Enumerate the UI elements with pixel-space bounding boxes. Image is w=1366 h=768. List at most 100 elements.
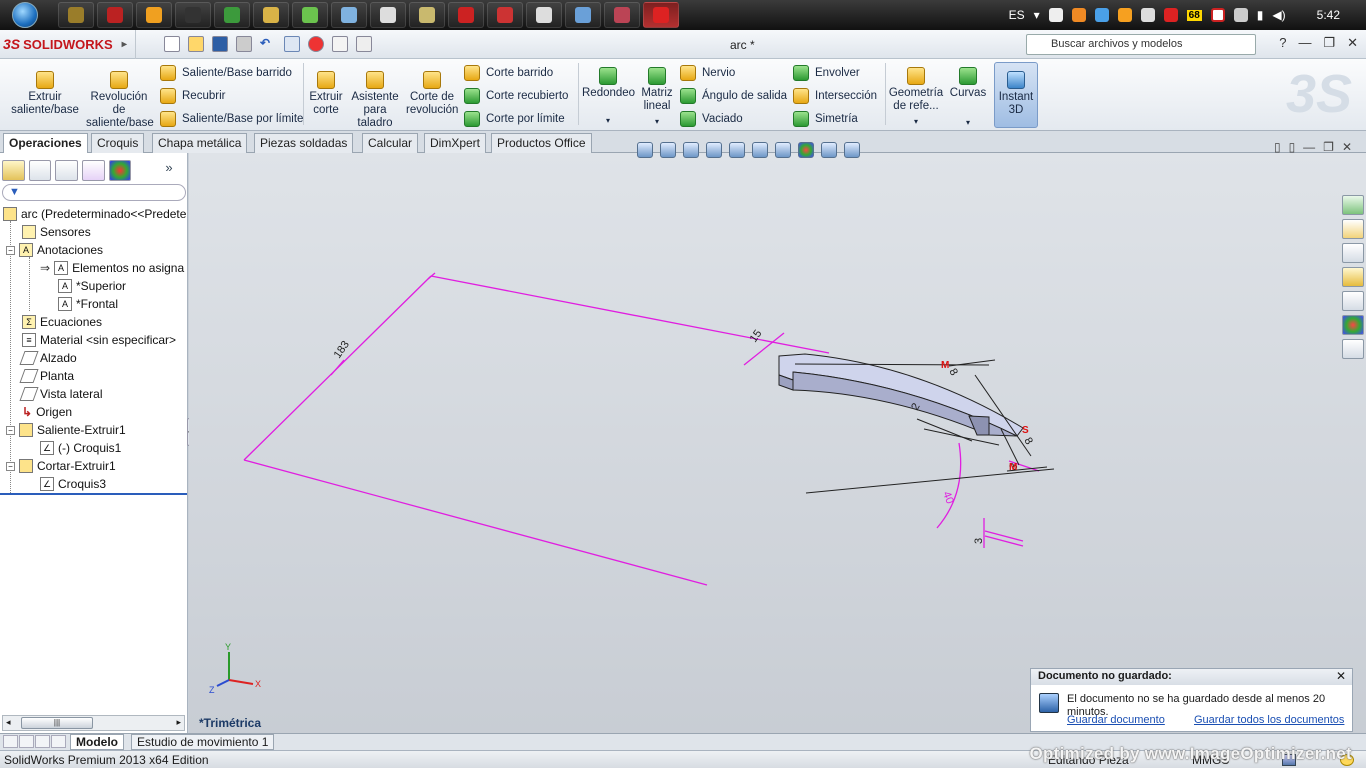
tab-calcular[interactable]: Calcular (362, 133, 419, 153)
model-canvas[interactable]: 183 15 40 3 8 8 2 3 M M S Y X Z (189, 153, 1366, 733)
scroll-left-icon[interactable]: ◂ (6, 717, 11, 728)
view-palette-tab-icon[interactable] (1342, 291, 1364, 311)
split-icon[interactable]: ▯ (1289, 140, 1296, 154)
interseccion-button[interactable]: Intersección (793, 88, 877, 104)
arc-part[interactable] (778, 353, 1024, 437)
tray-chevron-icon[interactable]: ▾ (1034, 8, 1040, 22)
guardar-documento-link[interactable]: Guardar documento (1067, 714, 1165, 726)
menu-arrow-icon[interactable]: ▸ (122, 39, 127, 50)
language-indicator[interactable]: ES (1009, 8, 1025, 22)
tree-item-elementos[interactable]: ⇒ A Elementos no asigna (40, 259, 184, 277)
taskbar-app-app-13[interactable] (526, 2, 562, 28)
expand-panel-icon[interactable]: » (165, 160, 188, 181)
rollback-bar[interactable] (0, 493, 187, 495)
corte-recubierto-button[interactable]: Corte recubierto (464, 88, 568, 104)
tray-app-icon[interactable] (1071, 8, 1086, 22)
save-icon[interactable] (212, 36, 228, 52)
gmail-icon[interactable] (1163, 8, 1178, 22)
start-button[interactable] (0, 0, 50, 30)
tree-item-frontal[interactable]: A *Frontal (58, 295, 118, 313)
taskbar-app-explorer[interactable] (253, 2, 289, 28)
close-button[interactable]: ✕ (1347, 35, 1358, 51)
usb-icon[interactable] (1233, 8, 1248, 22)
tree-root[interactable]: arc (Predeterminado<<Predete (3, 205, 186, 223)
undo-icon[interactable]: ↶ (260, 36, 276, 52)
home-tab-icon[interactable] (1342, 219, 1364, 239)
notification-close-button[interactable]: ✕ (1336, 669, 1346, 683)
tab-productos-office[interactable]: Productos Office (491, 133, 592, 153)
extruir-corte-button[interactable]: Extruir corte (306, 71, 346, 117)
file-properties-icon[interactable] (332, 36, 348, 52)
first-tab-icon[interactable] (3, 735, 18, 748)
nervio-button[interactable]: Nervio (680, 65, 735, 81)
taskbar-app-app-9[interactable] (370, 2, 406, 28)
tab-croquis[interactable]: Croquis (91, 133, 145, 153)
taskbar-app-app-1[interactable] (58, 2, 94, 28)
open-icon[interactable] (188, 36, 204, 52)
weather-icon[interactable] (1140, 8, 1155, 22)
asistente-taladro-button[interactable]: Asistente para taladro (350, 71, 400, 130)
tile-icon[interactable]: ▯ (1274, 140, 1281, 154)
rebuild-icon[interactable] (308, 36, 324, 52)
cloud-icon[interactable] (1048, 8, 1063, 22)
taskbar-app-app-15[interactable] (604, 2, 640, 28)
tray-flag-icon[interactable] (1210, 8, 1225, 22)
next-tab-icon[interactable] (35, 735, 50, 748)
taskbar-app-app-3[interactable] (136, 2, 172, 28)
matriz-lineal-button[interactable]: Matriz lineal ▾ (638, 67, 676, 128)
solidworks-logo[interactable]: 3S SOLIDWORKS ▸ (0, 29, 136, 59)
angulo-salida-button[interactable]: Ángulo de salida (680, 88, 787, 104)
design-library-tab-icon[interactable] (1342, 243, 1364, 263)
collapse-icon[interactable]: − (6, 245, 15, 255)
last-tab-icon[interactable] (51, 735, 66, 748)
tab-chapa-metálica[interactable]: Chapa metálica (152, 133, 248, 153)
tree-filter-input[interactable]: ▼ (2, 184, 186, 201)
custom-properties-tab-icon[interactable] (1342, 339, 1364, 359)
view-close-button[interactable]: ✕ (1342, 140, 1352, 154)
tab-piezas-soldadas[interactable]: Piezas soldadas (254, 133, 354, 153)
saliente-limite-button[interactable]: Saliente/Base por límite (160, 111, 303, 127)
prev-tab-icon[interactable] (19, 735, 34, 748)
curvas-button[interactable]: Curvas ▾ (946, 67, 990, 129)
tray-app-icon[interactable] (1117, 8, 1132, 22)
feature-manager-tab-icon[interactable] (2, 159, 25, 181)
taskbar-app-app-2[interactable] (97, 2, 133, 28)
view-restore-button[interactable]: ❐ (1323, 140, 1334, 154)
clock[interactable]: 5:42 (1317, 8, 1340, 22)
tree-item-ecuaciones[interactable]: Σ Ecuaciones (22, 313, 102, 331)
new-document-icon[interactable] (164, 36, 180, 52)
redondeo-button[interactable]: Redondeo ▾ (582, 67, 635, 127)
print-icon[interactable] (236, 36, 252, 52)
dropbox-icon[interactable] (1094, 8, 1109, 22)
volume-icon[interactable]: ◀) (1272, 8, 1285, 22)
scroll-right-icon[interactable]: ▸ (176, 717, 181, 728)
tab-operaciones[interactable]: Operaciones (3, 133, 88, 154)
tree-item-origen[interactable]: ↳ Origen (22, 403, 72, 421)
select-icon[interactable] (284, 36, 300, 52)
revolucion-saliente-button[interactable]: Revolución de saliente/base (86, 71, 154, 130)
recubrir-button[interactable]: Recubrir (160, 88, 225, 104)
tab-modelo[interactable]: Modelo (70, 734, 124, 750)
corte-revolucion-button[interactable]: Corte de revolución (406, 71, 458, 117)
options-icon[interactable] (356, 36, 372, 52)
taskbar-app-app-7[interactable] (292, 2, 328, 28)
collapse-icon[interactable]: − (6, 425, 15, 435)
tab-estudio-movimiento[interactable]: Estudio de movimiento 1 (131, 734, 275, 750)
simetria-button[interactable]: Simetría (793, 111, 858, 127)
tree-item-croquis1[interactable]: ∠ (-) Croquis1 (40, 439, 121, 457)
dimxpert-tab-icon[interactable] (82, 159, 105, 181)
horizontal-scrollbar[interactable]: ◂ ||| ▸ (2, 715, 185, 731)
file-explorer-tab-icon[interactable] (1342, 267, 1364, 287)
taskbar-app-solidworks[interactable] (643, 2, 679, 28)
taskbar-app-app-10[interactable] (409, 2, 445, 28)
help-icon[interactable]: ? (1279, 35, 1286, 51)
property-manager-tab-icon[interactable] (28, 159, 52, 181)
signal-icon[interactable]: ▮ (1257, 8, 1264, 22)
corte-limite-button[interactable]: Corte por límite (464, 111, 565, 127)
saliente-barrido-button[interactable]: Saliente/Base barrido (160, 65, 292, 81)
vaciado-button[interactable]: Vaciado (680, 111, 743, 127)
tree-item-cortar-extruir[interactable]: − Cortar-Extruir1 (6, 457, 116, 475)
taskbar-app-app-12[interactable] (487, 2, 523, 28)
tree-item-superior[interactable]: A *Superior (58, 277, 126, 295)
minimize-button[interactable]: — (1298, 35, 1311, 51)
